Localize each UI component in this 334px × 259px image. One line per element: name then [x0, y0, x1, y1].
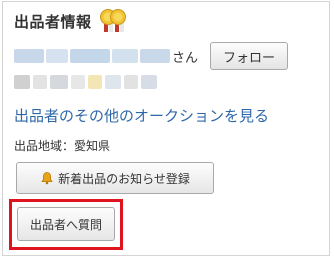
seller-name-suffix: さん — [172, 50, 199, 66]
seller-row: さん フォロー — [14, 42, 289, 70]
shipping-region: 出品地域：愛知県 — [14, 139, 111, 153]
seller-id-blurred — [14, 75, 157, 89]
seller-info-header: 出品者情報 — [14, 8, 128, 34]
bell-icon — [41, 172, 53, 185]
section-title: 出品者情報 — [14, 12, 92, 31]
new-listing-notify-button[interactable]: 新着出品のお知らせ登録 — [16, 162, 214, 194]
notify-button-label: 新着出品のお知らせ登録 — [58, 171, 190, 186]
seller-name-blurred[interactable] — [14, 49, 170, 63]
other-auctions-link[interactable]: 出品者のその他のオークションを見る — [14, 105, 269, 126]
follow-button[interactable]: フォロー — [210, 42, 289, 70]
gold-medal-icon — [98, 8, 128, 34]
ask-seller-button[interactable]: 出品者へ質問 — [17, 207, 115, 241]
